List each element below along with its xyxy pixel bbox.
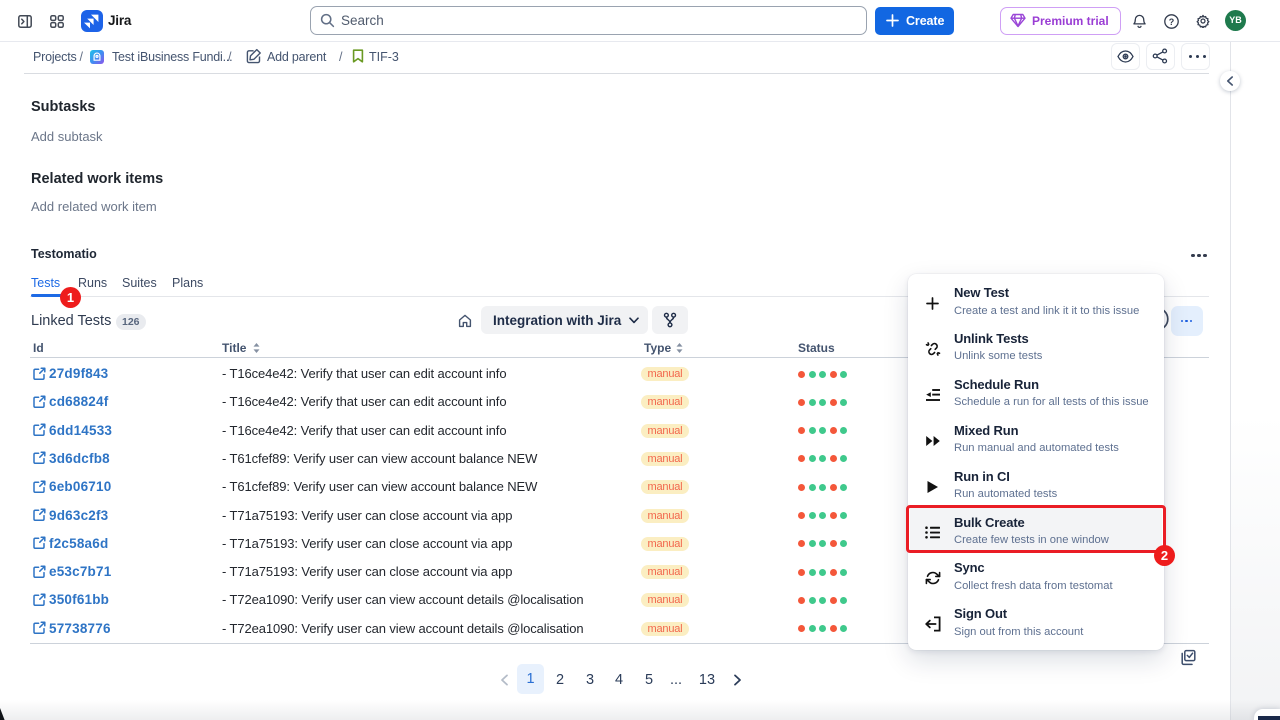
svg-text:?: ? [1168, 17, 1174, 27]
